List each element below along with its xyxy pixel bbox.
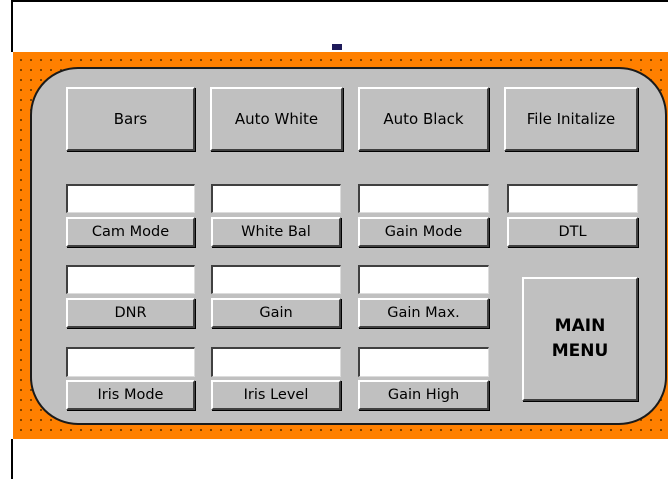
gain-mode-field[interactable] <box>358 184 489 213</box>
window-frame-edge <box>11 439 13 479</box>
file-initialize-button[interactable]: File Initalize <box>504 87 638 151</box>
white-bal-button[interactable]: White Bal <box>211 217 341 247</box>
gain-field[interactable] <box>211 265 341 294</box>
dtl-field[interactable] <box>507 184 638 213</box>
cam-mode-button[interactable]: Cam Mode <box>66 217 195 247</box>
auto-white-button[interactable]: Auto White <box>210 87 343 151</box>
gain-mode-button[interactable]: Gain Mode <box>358 217 489 247</box>
gain-max-field[interactable] <box>358 265 489 294</box>
white-bal-field[interactable] <box>211 184 341 213</box>
dnr-button[interactable]: DNR <box>66 298 195 328</box>
iris-level-button[interactable]: Iris Level <box>211 380 341 410</box>
auto-black-button[interactable]: Auto Black <box>358 87 489 151</box>
gain-high-field[interactable] <box>358 347 489 377</box>
dtl-button[interactable]: DTL <box>507 217 638 247</box>
iris-mode-field[interactable] <box>66 347 195 377</box>
dnr-field[interactable] <box>66 265 195 294</box>
bars-button[interactable]: Bars <box>66 87 195 151</box>
iris-mode-button[interactable]: Iris Mode <box>66 380 195 410</box>
main-menu-button[interactable]: MAIN MENU <box>522 277 638 401</box>
iris-level-field[interactable] <box>211 347 341 377</box>
gain-button[interactable]: Gain <box>211 298 341 328</box>
main-menu-line2: MENU <box>551 341 609 361</box>
gain-high-button[interactable]: Gain High <box>358 380 489 410</box>
anchor-marker <box>332 44 342 50</box>
cam-mode-field[interactable] <box>66 184 195 213</box>
main-menu-line1: MAIN <box>554 316 606 336</box>
gain-max-button[interactable]: Gain Max. <box>358 298 489 328</box>
